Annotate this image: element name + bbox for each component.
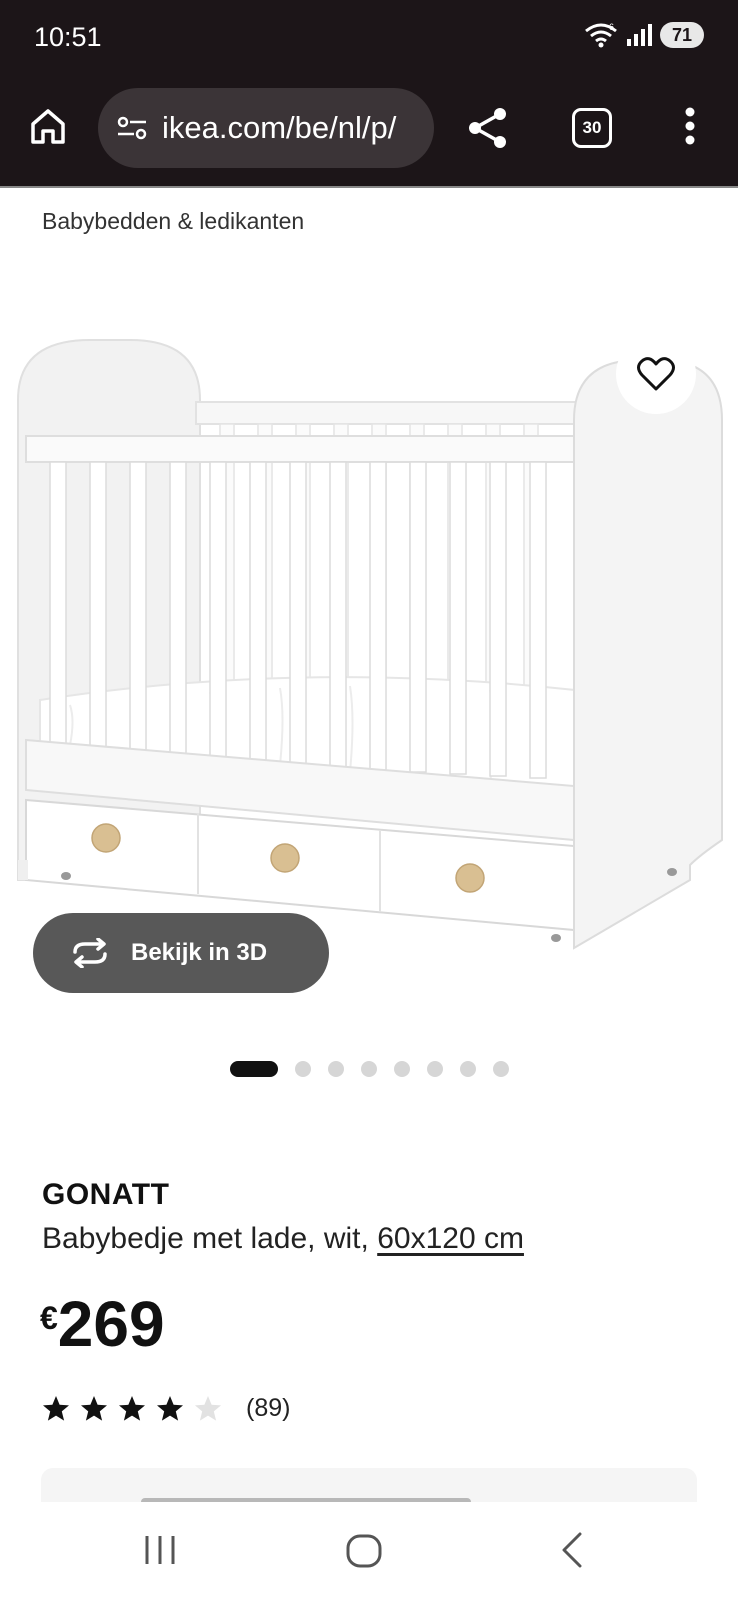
share-icon[interactable] — [466, 106, 510, 150]
product-price: € 269 — [40, 1292, 165, 1356]
toolbar-divider — [0, 186, 738, 188]
star-icon — [157, 1396, 183, 1421]
gallery-dot-active[interactable] — [230, 1061, 278, 1077]
product-brand: GONATT — [42, 1178, 170, 1211]
home-icon[interactable] — [28, 106, 68, 146]
star-icon — [81, 1396, 107, 1421]
price-value: 269 — [57, 1288, 165, 1360]
star-rating — [42, 1395, 222, 1422]
status-time: 10:51 — [34, 22, 102, 52]
home-nav-icon[interactable] — [346, 1534, 382, 1568]
product-image[interactable] — [0, 320, 738, 980]
product-description-text: Babybedje met lade, wit, — [42, 1222, 369, 1255]
star-icon — [119, 1396, 145, 1421]
tab-switcher-button[interactable]: 30 — [572, 108, 612, 148]
gallery-dot[interactable] — [493, 1061, 509, 1077]
signal-icon — [626, 24, 652, 46]
gallery-dot[interactable] — [427, 1061, 443, 1077]
browser-toolbar: ikea.com/be/nl/p/ 30 — [0, 76, 738, 186]
url-bar[interactable]: ikea.com/be/nl/p/ — [98, 88, 434, 168]
gallery-dot[interactable] — [394, 1061, 410, 1077]
battery-indicator: 71 — [659, 22, 704, 48]
breadcrumb[interactable]: Babybedden & ledikanten — [42, 208, 304, 235]
star-half-icon — [195, 1396, 221, 1421]
view-in-3d-label: Bekijk in 3D — [131, 939, 268, 966]
wifi-icon: 6 — [585, 22, 617, 48]
review-count[interactable]: (89) — [246, 1394, 290, 1423]
rotate-3d-icon — [73, 938, 107, 968]
view-in-3d-button[interactable]: Bekijk in 3D — [33, 913, 329, 993]
status-icons: 6 71 — [584, 22, 704, 48]
price-currency: € — [40, 1300, 58, 1336]
product-rating[interactable]: (89) — [42, 1394, 290, 1423]
gallery-dot[interactable] — [460, 1061, 476, 1077]
system-nav-bar — [0, 1502, 738, 1600]
favorite-button[interactable] — [616, 334, 696, 414]
back-icon[interactable] — [560, 1532, 584, 1568]
network-type: 6 — [609, 22, 614, 32]
star-icon — [43, 1396, 69, 1421]
size-link[interactable]: 60x120 cm — [377, 1222, 524, 1255]
gallery-dot[interactable] — [295, 1061, 311, 1077]
url-text[interactable]: ikea.com/be/nl/p/ — [162, 110, 396, 146]
gallery-pagination — [230, 1061, 509, 1077]
gallery-dot[interactable] — [328, 1061, 344, 1077]
recent-apps-icon[interactable] — [143, 1534, 177, 1566]
site-settings-icon[interactable] — [116, 114, 148, 142]
heart-icon — [637, 357, 675, 391]
more-menu-icon[interactable] — [684, 106, 696, 146]
product-description: Babybedje met lade, wit, 60x120 cm — [42, 1222, 524, 1256]
gallery-dot[interactable] — [361, 1061, 377, 1077]
status-bar: 10:51 6 71 — [0, 0, 738, 76]
